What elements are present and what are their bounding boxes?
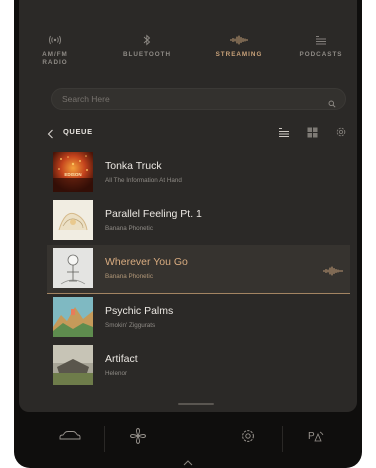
queue-track-row-now-playing[interactable]: Wherever You Go Banana Phonetic <box>47 245 350 294</box>
search-input[interactable] <box>52 89 322 109</box>
bluetooth-icon <box>111 34 183 46</box>
settings-gear-icon[interactable] <box>335 125 347 143</box>
search-icon[interactable] <box>328 95 336 113</box>
dock-divider <box>104 426 105 452</box>
bottom-dock: P <box>14 414 362 468</box>
parking-assist-icon: P <box>307 428 325 449</box>
grid-view-icon[interactable] <box>307 125 318 143</box>
album-art <box>53 200 93 240</box>
device-frame: AM/FM RADIO BLUETOOTH STREAMING PODCASTS… <box>14 0 362 468</box>
track-title: Artifact <box>105 353 138 365</box>
track-title: Wherever You Go <box>105 256 188 268</box>
car-icon <box>58 429 82 447</box>
media-screen: AM/FM RADIO BLUETOOTH STREAMING PODCASTS… <box>19 0 357 412</box>
track-artist: Helenor <box>105 370 128 377</box>
track-artist: Banana Phonetic <box>105 273 153 280</box>
queue-view-toolbar <box>278 125 347 143</box>
track-title: Tonka Truck <box>105 160 162 172</box>
album-art: EDISON <box>53 152 93 192</box>
fan-icon <box>129 427 147 450</box>
track-artist: All The Information At Hand <box>105 177 182 184</box>
radio-waves-icon <box>19 34 91 46</box>
search-bar <box>51 88 346 110</box>
track-title: Parallel Feeling Pt. 1 <box>105 208 202 220</box>
car-button[interactable] <box>50 422 90 454</box>
tab-streaming[interactable]: STREAMING <box>203 34 275 59</box>
chevron-up-icon[interactable] <box>182 454 194 468</box>
list-view-icon[interactable] <box>278 125 290 143</box>
parking-assist-button[interactable]: P <box>296 422 336 454</box>
queue-title: QUEUE <box>63 127 93 136</box>
queue-track-row[interactable]: Psychic Palms Smokin' Ziggurats <box>47 294 350 342</box>
gear-icon <box>240 428 256 449</box>
now-playing-waveform-icon <box>322 263 344 281</box>
album-art <box>53 248 93 288</box>
track-artist: Banana Phonetic <box>105 225 153 232</box>
queue-track-row[interactable]: EDISON Tonka Truck All The Information A… <box>47 149 350 197</box>
queue-track-row[interactable]: Artifact Helenor <box>47 342 350 390</box>
streaming-waveform-icon <box>203 34 275 46</box>
svg-text:P: P <box>308 431 315 442</box>
settings-button[interactable] <box>228 422 268 454</box>
climate-fan-button[interactable] <box>118 422 158 454</box>
track-title: Psychic Palms <box>105 305 174 317</box>
album-art <box>53 297 93 337</box>
queue-header: QUEUE <box>47 124 347 140</box>
tab-label: PODCASTS <box>299 51 343 58</box>
dock-divider <box>282 426 283 452</box>
album-art-text: EDISON <box>64 172 81 177</box>
back-chevron-icon[interactable] <box>47 126 54 144</box>
album-art <box>53 345 93 385</box>
tab-podcasts[interactable]: PODCASTS <box>285 34 357 59</box>
queue-track-row[interactable]: Parallel Feeling Pt. 1 Banana Phonetic <box>47 197 350 245</box>
tab-label: AM/FM RADIO <box>42 51 68 66</box>
tab-label: STREAMING <box>215 51 263 58</box>
source-tabs: AM/FM RADIO BLUETOOTH STREAMING PODCASTS <box>19 34 357 74</box>
track-artist: Smokin' Ziggurats <box>105 322 156 329</box>
podcast-list-icon <box>285 34 357 46</box>
tab-label: BLUETOOTH <box>122 51 172 58</box>
tab-bluetooth[interactable]: BLUETOOTH <box>111 34 183 59</box>
drawer-handle[interactable] <box>178 403 214 405</box>
tab-am-fm-radio[interactable]: AM/FM RADIO <box>19 34 91 66</box>
